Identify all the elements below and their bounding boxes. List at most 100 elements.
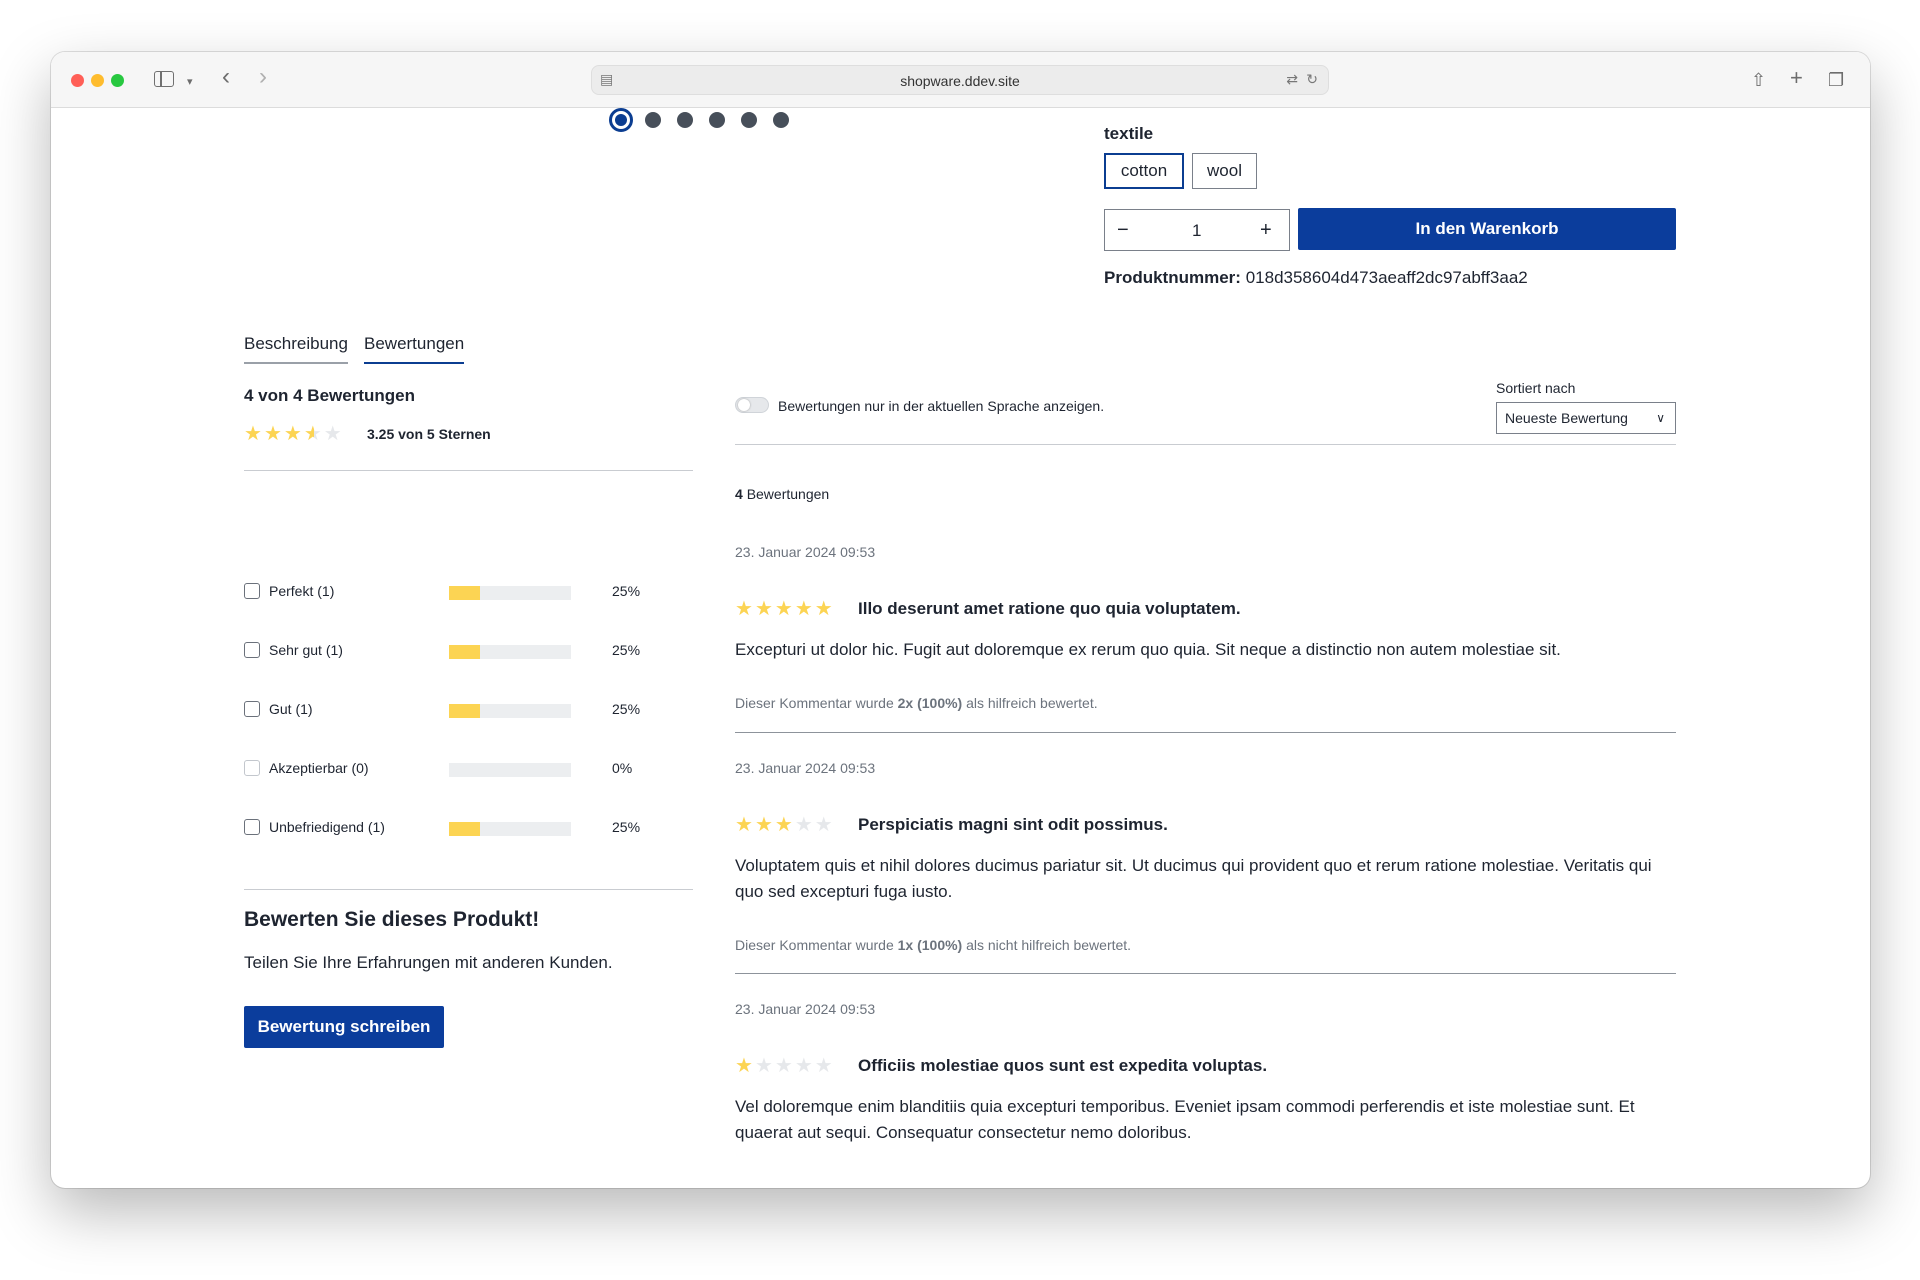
filter-percent: 25% <box>612 583 641 599</box>
rating-bar <box>449 586 571 600</box>
language-filter-label: Bewertungen nur in der aktuellen Sprache… <box>778 398 1105 414</box>
gallery-dot-3[interactable] <box>677 112 693 128</box>
chevron-right-icon[interactable]: › <box>259 65 267 89</box>
reviews-count: 4 Bewertungen <box>735 486 829 502</box>
quantity-minus-button[interactable]: − <box>1117 219 1129 241</box>
option-wool[interactable]: wool <box>1192 153 1257 189</box>
filter-checkbox[interactable] <box>244 819 260 835</box>
review-date: 23. Januar 2024 09:53 <box>735 544 876 560</box>
quantity-stepper: − 1 + <box>1104 209 1290 251</box>
rating-filter-row[interactable]: Unbefriedigend (1) 25% <box>244 817 664 839</box>
filter-label: Unbefriedigend (1) <box>269 819 385 835</box>
star-icon: ★ <box>754 598 775 620</box>
rating-bar <box>449 704 571 718</box>
helpfulness-suffix: als hilfreich bewertet. <box>966 695 1098 711</box>
review-divider <box>735 732 1676 733</box>
summary-divider <box>244 470 693 471</box>
filter-label: Sehr gut (1) <box>269 642 343 658</box>
review-title: Officiis molestiae quos sunt est expedit… <box>858 1056 1268 1075</box>
star-icon: ★ <box>774 1055 795 1077</box>
plus-icon[interactable]: + <box>1790 66 1803 90</box>
sort-select[interactable]: Neueste Bewertung ∨ <box>1496 402 1676 434</box>
filter-checkbox[interactable] <box>244 701 260 717</box>
add-to-cart-button[interactable]: In den Warenkorb <box>1298 208 1676 250</box>
rating-filter-row[interactable]: Gut (1) 25% <box>244 699 664 721</box>
tabs-overview-icon[interactable]: ❐ <box>1828 68 1844 92</box>
chevron-down-icon[interactable]: ▾ <box>187 70 193 94</box>
close-window-button[interactable] <box>71 74 84 87</box>
gallery-dot-5[interactable] <box>741 112 757 128</box>
review-title: Perspiciatis magni sint odit possimus. <box>858 815 1168 834</box>
star-icon: ★ <box>794 598 815 620</box>
property-label: textile <box>1104 124 1154 143</box>
review-text: Vel doloremque enim blanditiis quia exce… <box>735 1097 1635 1142</box>
cta-divider <box>244 889 693 890</box>
tab-reviews[interactable]: Bewertungen <box>364 334 465 364</box>
review-divider <box>735 973 1676 974</box>
reload-icon[interactable]: ↻ <box>1306 71 1318 88</box>
tab-description[interactable]: Beschreibung <box>244 334 348 364</box>
star-icon: ★ <box>774 598 795 620</box>
sidebar-icon[interactable] <box>154 71 174 87</box>
helpfulness-value: 2x (100%) <box>897 695 963 711</box>
language-filter-toggle[interactable] <box>735 397 769 413</box>
star-icon: ★ <box>814 1055 835 1077</box>
review-text: Voluptatem quis et nihil dolores ducimus… <box>735 856 1652 901</box>
filter-percent: 25% <box>612 642 641 658</box>
write-review-title: Bewerten Sie dieses Produkt! <box>244 908 540 931</box>
star-icon: ★ <box>754 814 775 836</box>
rating-filter-row: Akzeptierbar (0) 0% <box>244 758 664 780</box>
quantity-value[interactable]: 1 <box>1192 220 1201 242</box>
rating-bar-fill <box>449 586 480 600</box>
minimize-window-button[interactable] <box>91 74 104 87</box>
product-number: Produktnummer: 018d358604d473aeaff2dc97a… <box>1104 268 1528 288</box>
helpfulness-prefix: Dieser Kommentar wurde <box>735 695 894 711</box>
product-number-label: Produktnummer: <box>1104 268 1241 287</box>
review-helpfulness: Dieser Kommentar wurde 2x (100%) als hil… <box>735 695 1098 711</box>
helpfulness-prefix: Dieser Kommentar wurde <box>735 937 894 953</box>
filter-checkbox[interactable] <box>244 583 260 599</box>
sort-label: Sortiert nach <box>1496 380 1576 396</box>
sort-select-value: Neueste Bewertung <box>1505 410 1628 426</box>
gallery-dot-4[interactable] <box>709 112 725 128</box>
product-number-value: 018d358604d473aeaff2dc97abff3aa2 <box>1245 268 1528 287</box>
star-icon: ★ <box>735 598 755 620</box>
filter-label: Gut (1) <box>269 701 313 717</box>
star-icon: ★ <box>283 423 304 445</box>
browser-toolbar: ▾ ‹ › ▤ shopware.ddev.site ⇄ ↻ ⇧ + ❐ <box>51 52 1870 108</box>
rating-bar <box>449 763 571 777</box>
star-icon: ★ <box>754 1055 775 1077</box>
rating-bar-fill <box>449 822 480 836</box>
quantity-plus-button[interactable]: + <box>1260 219 1272 241</box>
filter-percent: 25% <box>612 819 641 835</box>
rating-bar-fill <box>449 704 480 718</box>
filter-checkbox <box>244 760 260 776</box>
star-icon: ★ <box>794 814 815 836</box>
star-icon: ★ <box>244 423 264 445</box>
rating-filter-row[interactable]: Perfekt (1) 25% <box>244 581 664 603</box>
gallery-dot-1[interactable] <box>609 108 633 132</box>
review-rating-stars: ★★★★★ <box>735 599 835 619</box>
translate-icon[interactable]: ⇄ <box>1286 71 1298 88</box>
star-icon: ★ <box>774 814 795 836</box>
helpfulness-suffix: als nicht hilfreich bewertet. <box>966 937 1132 953</box>
review-rating-stars: ★★★★★ <box>735 815 835 835</box>
star-icon: ★ <box>814 598 835 620</box>
reviews-count-number: 4 <box>735 486 743 502</box>
zoom-window-button[interactable] <box>111 74 124 87</box>
filter-checkbox[interactable] <box>244 642 260 658</box>
write-review-button[interactable]: Bewertung schreiben <box>244 1006 444 1048</box>
option-cotton[interactable]: cotton <box>1104 153 1184 189</box>
gallery-dot-6[interactable] <box>773 112 789 128</box>
gallery-dot-2[interactable] <box>645 112 661 128</box>
address-bar[interactable]: ▤ shopware.ddev.site ⇄ ↻ <box>591 65 1329 95</box>
filter-percent: 0% <box>612 760 633 776</box>
write-review-subtitle: Teilen Sie Ihre Erfahrungen mit anderen … <box>244 953 613 972</box>
star-half-icon: ★ <box>303 423 324 445</box>
star-icon: ★ <box>735 814 755 836</box>
star-icon: ★ <box>794 1055 815 1077</box>
rating-filter-row[interactable]: Sehr gut (1) 25% <box>244 640 664 662</box>
share-icon[interactable]: ⇧ <box>1751 68 1766 92</box>
chevron-left-icon[interactable]: ‹ <box>222 65 230 89</box>
review-text: Excepturi ut dolor hic. Fugit aut dolore… <box>735 640 1561 659</box>
